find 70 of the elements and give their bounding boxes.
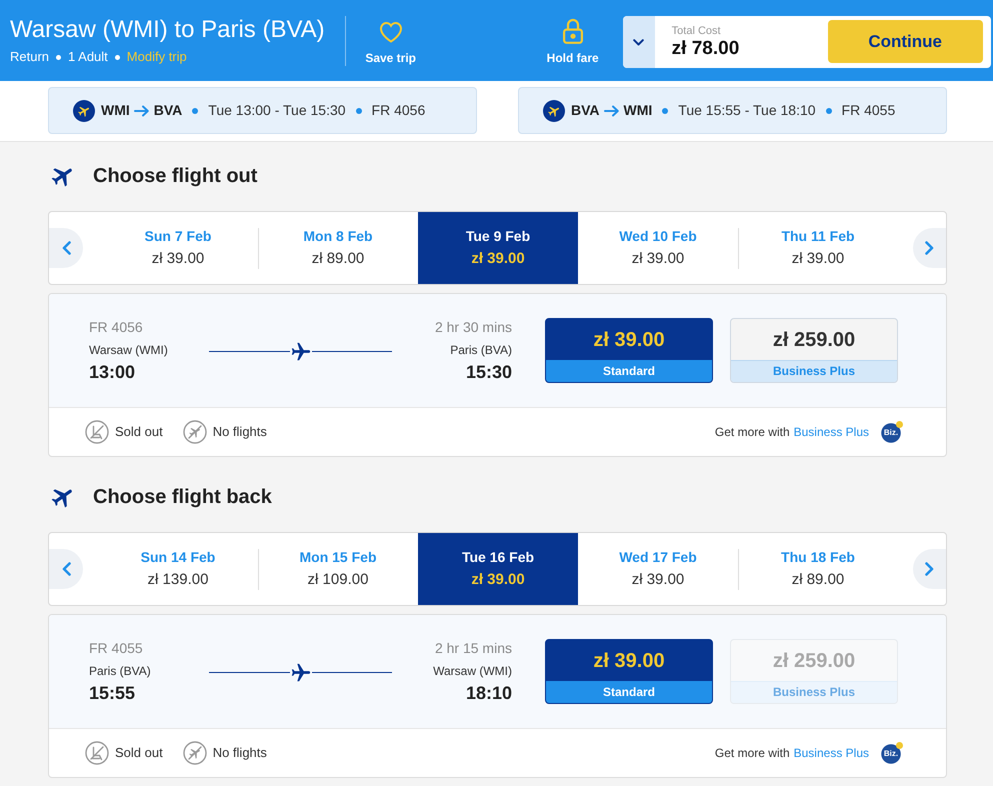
date-tab[interactable]: Mon 15 Feb zł 109.00 — [258, 533, 418, 605]
total-cost-amount: zł 78.00 — [672, 38, 740, 60]
date-tab[interactable]: Thu 18 Feb zł 89.00 — [738, 533, 898, 605]
fare-option[interactable]: zł 39.00 Standard — [545, 318, 713, 383]
plane-crossed-icon — [182, 741, 207, 765]
chevron-right-icon — [925, 562, 934, 576]
total-cost-label: Total Cost — [672, 24, 721, 38]
separator-dot-icon — [114, 54, 120, 60]
chevron-left-icon — [62, 562, 70, 576]
separator-dot-icon — [56, 54, 62, 60]
seat-crossed-icon — [85, 420, 109, 444]
date-tab[interactable]: Sun 7 Feb zł 39.00 — [98, 212, 258, 284]
seat-crossed-icon — [85, 741, 109, 765]
biz-badge: Biz. — [881, 742, 903, 764]
flight-number: FR 4056 — [89, 318, 143, 336]
route-summary-tab[interactable]: WMI BVA Tue 13:00 - Tue 15:30 FR 4056 — [48, 87, 477, 134]
next-dates-button[interactable] — [913, 549, 946, 589]
fare-option[interactable]: zł 39.00 Standard — [545, 639, 713, 704]
previous-dates-button[interactable] — [49, 228, 83, 268]
separator-dot-icon — [826, 108, 832, 114]
fare-option[interactable]: zł 259.00 Business Plus — [730, 318, 898, 383]
plane-badge-icon — [73, 100, 95, 122]
plane-icon — [290, 340, 312, 362]
origin-city: Warsaw (WMI) — [89, 342, 168, 358]
continue-button[interactable]: Continue — [828, 20, 983, 63]
biz-badge: Biz. — [881, 421, 903, 443]
legend-label: No flights — [212, 423, 267, 442]
date-tab[interactable]: Sun 14 Feb zł 139.00 — [98, 533, 258, 605]
flight-duration: 2 hr 15 mins — [434, 639, 512, 657]
date-tab[interactable]: Thu 11 Feb zł 39.00 — [738, 212, 898, 284]
lock-icon — [560, 18, 585, 44]
arrival-time: 15:30 — [466, 361, 512, 383]
plane-icon — [290, 662, 312, 684]
chevron-left-icon — [62, 241, 70, 255]
separator-dot-icon — [356, 108, 362, 114]
date-tab[interactable]: Mon 8 Feb zł 89.00 — [258, 212, 418, 284]
trip-detail: 1 Adult — [68, 49, 108, 65]
origin-city: Paris (BVA) — [89, 663, 151, 679]
legend-label: Sold out — [115, 744, 163, 762]
arrow-right-icon — [604, 104, 620, 116]
promo-text: Get more with — [714, 745, 790, 762]
legend-label: No flights — [212, 744, 267, 762]
departure-time: 15:55 — [89, 682, 136, 704]
legend-label: Sold out — [115, 423, 163, 442]
trip-title: Warsaw (WMI) to Paris (BVA) — [10, 15, 325, 45]
separator-dot-icon — [662, 108, 668, 114]
chevron-down-icon — [633, 38, 644, 46]
section-title: Choose flight out — [93, 164, 258, 189]
route-summary-tab[interactable]: BVA WMI Tue 15:55 - Tue 18:10 FR 4055 — [518, 87, 947, 134]
plane-badge-icon — [543, 100, 565, 122]
arrow-right-icon — [134, 104, 150, 116]
flight-duration: 2 hr 30 mins — [434, 318, 512, 336]
previous-dates-button[interactable] — [49, 549, 83, 589]
date-tab[interactable]: Tue 16 Feb zł 39.00 — [418, 533, 578, 605]
date-tab[interactable]: Tue 9 Feb zł 39.00 — [418, 212, 578, 284]
expand-toggle-button[interactable] — [622, 16, 655, 68]
date-tab[interactable]: Wed 10 Feb zł 39.00 — [578, 212, 738, 284]
destination-city: Warsaw (WMI) — [433, 663, 512, 679]
trip-detail: Return — [10, 49, 50, 65]
departure-time: 13:00 — [89, 361, 136, 383]
section-title: Choose flight back — [93, 485, 272, 510]
next-dates-button[interactable] — [913, 228, 946, 268]
chevron-right-icon — [925, 241, 934, 255]
separator-dot-icon — [192, 108, 198, 114]
destination-city: Paris (BVA) — [450, 342, 512, 358]
date-tab[interactable]: Wed 17 Feb zł 39.00 — [578, 533, 738, 605]
plane-crossed-icon — [182, 420, 207, 444]
promo-text: Get more with — [714, 424, 790, 441]
arrival-time: 18:10 — [466, 682, 512, 704]
flight-number: FR 4055 — [89, 639, 143, 657]
